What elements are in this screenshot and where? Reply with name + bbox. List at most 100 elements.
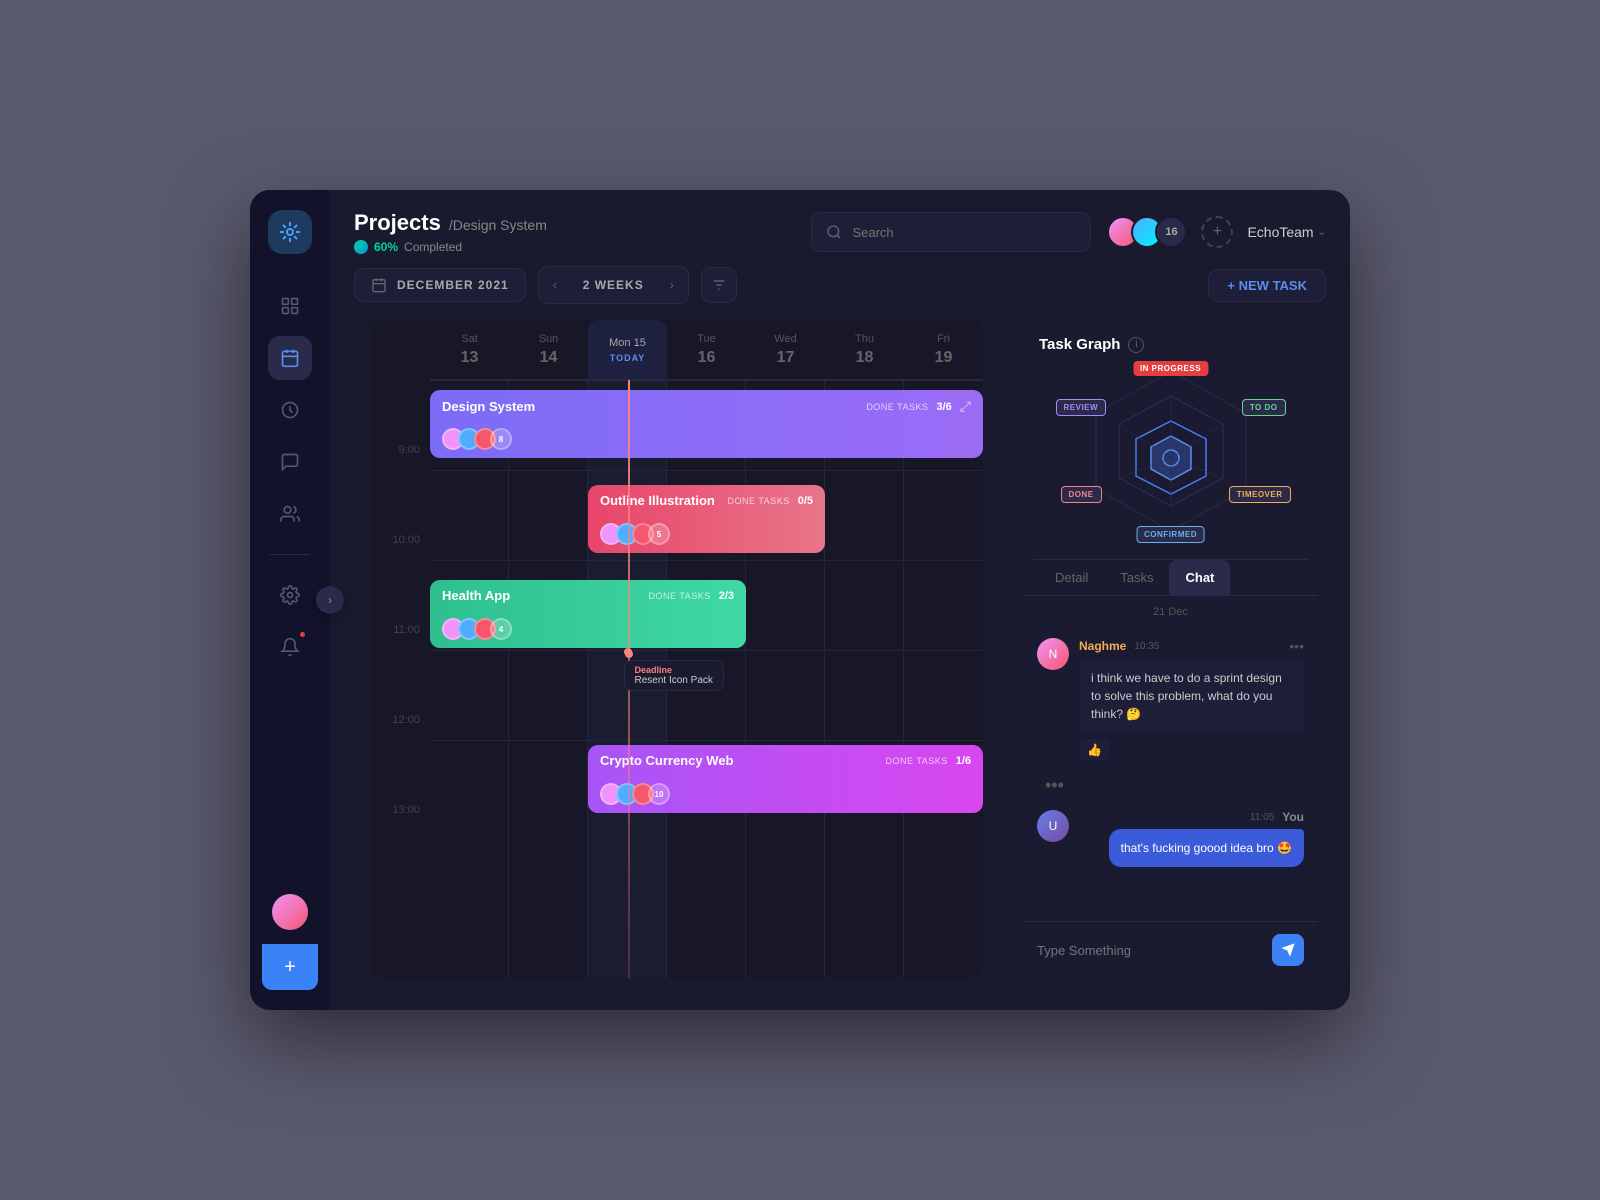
- day-fri: Fri 19: [904, 320, 983, 379]
- project-title: Projects /Design System: [354, 210, 795, 236]
- new-task-button[interactable]: + NEW TASK: [1208, 269, 1326, 302]
- task-health-app[interactable]: Health App DONE TASKS 2/3 4: [430, 580, 746, 648]
- day-sat: Sat 13: [430, 320, 509, 379]
- tab-chat[interactable]: Chat: [1169, 560, 1230, 595]
- label-in-progress: IN PROGRESS: [1133, 361, 1208, 376]
- avatar-self: U: [1037, 810, 1069, 842]
- sidebar-nav: [268, 284, 312, 894]
- user-avatar[interactable]: [272, 894, 308, 930]
- header-left: Projects /Design System 60% Completed: [354, 210, 795, 254]
- time-900: 9:00: [370, 440, 430, 530]
- prev-week-button[interactable]: ‹: [539, 267, 571, 303]
- col-4: [746, 380, 825, 978]
- sidebar-item-team[interactable]: [268, 492, 312, 536]
- time-labels: 9:00 10:00 11:00 12:00 13:00: [370, 320, 430, 978]
- sidebar-logo[interactable]: [268, 210, 312, 254]
- search-input[interactable]: [852, 225, 1076, 240]
- chat-bubble-wrap-naghme: Naghme 10:35 ••• i think we have to do a…: [1079, 638, 1304, 761]
- chat-date: 21 Dec: [1023, 596, 1318, 628]
- send-icon: [1280, 942, 1296, 958]
- project-subtitle: /Design System: [449, 217, 547, 233]
- send-button[interactable]: [1272, 934, 1304, 966]
- sidebar-item-settings[interactable]: [268, 573, 312, 617]
- time-1000: 10:00: [370, 530, 430, 620]
- chat-meta-naghme: Naghme 10:35 •••: [1079, 638, 1304, 654]
- chat-bubble-naghme: i think we have to do a sprint design to…: [1079, 659, 1304, 733]
- search-icon: [826, 224, 842, 240]
- chat-message-naghme: N Naghme 10:35 ••• i think we have to do…: [1037, 638, 1304, 761]
- typing-dots: •••: [1037, 775, 1304, 796]
- toolbar: DECEMBER 2021 ‹ 2 WEEKS › + NEW TASK: [330, 266, 1350, 320]
- time-1300: 13:00: [370, 800, 430, 890]
- calendar-body: Design System DONE TASKS 3/6 ⤢: [430, 380, 983, 978]
- sidebar: ›: [250, 190, 330, 1010]
- deadline-label: Resent Icon Pack: [635, 675, 713, 686]
- date-picker[interactable]: DECEMBER 2021: [354, 268, 526, 302]
- day-mon-today: Mon 15 TODAY: [588, 320, 667, 379]
- sidebar-item-chat[interactable]: [268, 440, 312, 484]
- progress-dot: [354, 240, 368, 254]
- progress-label: Completed: [404, 240, 462, 254]
- sidebar-item-clock[interactable]: [268, 388, 312, 432]
- calendar: 9:00 10:00 11:00 12:00 13:00 Sat 13: [370, 320, 983, 978]
- col-1: [509, 380, 588, 978]
- chat-reaction-naghme[interactable]: 👍: [1079, 739, 1110, 761]
- hex-graph: IN PROGRESS REVIEW TO DO DONE TIMEOVER C…: [1071, 361, 1271, 541]
- task-graph-section: Task Graph i: [1023, 320, 1318, 559]
- time-1200: 12:00: [370, 710, 430, 800]
- task-crypto[interactable]: Crypto Currency Web DONE TASKS 1/6: [588, 745, 983, 813]
- selected-date: DECEMBER 2021: [397, 278, 509, 292]
- app-container: ›: [250, 190, 1350, 1010]
- task-graph-title: Task Graph: [1039, 336, 1120, 353]
- chevron-icon: ⌄: [1318, 227, 1326, 238]
- chat-bubble-self: that's fucking goood idea bro 🤩: [1109, 829, 1304, 867]
- deadline-popup: Deadline Resent Icon Pack: [624, 660, 724, 691]
- tab-detail[interactable]: Detail: [1039, 560, 1104, 595]
- col-6: [904, 380, 983, 978]
- day-headers: Sat 13 Sun 14 Mon 15 TODAY Tue: [430, 320, 983, 380]
- task-outline[interactable]: Outline Illustration DONE TASKS 0/5: [588, 485, 825, 553]
- task-design-system[interactable]: Design System DONE TASKS 3/6 ⤢: [430, 390, 983, 458]
- sidebar-toggle[interactable]: ›: [316, 586, 344, 614]
- tab-tasks[interactable]: Tasks: [1104, 560, 1169, 595]
- filter-button[interactable]: [701, 267, 737, 303]
- info-icon[interactable]: i: [1128, 337, 1144, 353]
- chat-bubble-wrap-self: You 11:05 that's fucking goood idea bro …: [1079, 810, 1304, 867]
- project-name: Projects: [354, 210, 441, 236]
- team-name: EchoTeam ⌄: [1247, 224, 1326, 240]
- day-wed: Wed 17: [746, 320, 825, 379]
- sidebar-divider: [270, 554, 310, 555]
- deadline-marker: Deadline Resent Icon Pack: [624, 648, 724, 691]
- label-timeover: TIMEOVER: [1229, 486, 1291, 503]
- next-week-button[interactable]: ›: [656, 267, 688, 303]
- calendar-grid: Sat 13 Sun 14 Mon 15 TODAY Tue: [430, 320, 983, 978]
- task-graph-header: Task Graph i: [1039, 336, 1302, 361]
- sidebar-item-notifications[interactable]: [268, 625, 312, 669]
- chat-messages: N Naghme 10:35 ••• i think we have to do…: [1023, 628, 1318, 921]
- chat-message-self: You 11:05 that's fucking goood idea bro …: [1037, 810, 1304, 867]
- sidebar-item-calendar[interactable]: [268, 336, 312, 380]
- day-thu: Thu 18: [825, 320, 904, 379]
- deadline-dot: [624, 648, 632, 656]
- col-5: [825, 380, 904, 978]
- right-panel: Task Graph i: [1023, 320, 1318, 978]
- label-done: DONE: [1061, 486, 1102, 503]
- label-confirmed: CONFIRMED: [1136, 526, 1205, 543]
- week-nav: ‹ 2 WEEKS ›: [538, 266, 689, 304]
- time-1100: 11:00: [370, 620, 430, 710]
- avatar-naghme: N: [1037, 638, 1069, 670]
- header: Projects /Design System 60% Completed: [330, 190, 1350, 266]
- project-progress: 60% Completed: [354, 240, 795, 254]
- filter-icon: [711, 277, 727, 293]
- day-tue: Tue 16: [667, 320, 746, 379]
- chat-input-area: [1023, 921, 1318, 978]
- week-label: 2 WEEKS: [571, 278, 656, 292]
- chat-input[interactable]: [1037, 943, 1262, 958]
- add-button[interactable]: +: [262, 944, 318, 990]
- chat-sender-naghme: Naghme: [1079, 639, 1126, 653]
- chat-sender-self: You: [1282, 810, 1304, 824]
- search-bar[interactable]: [811, 212, 1091, 252]
- add-member-button[interactable]: +: [1201, 216, 1233, 248]
- sidebar-item-grid[interactable]: [268, 284, 312, 328]
- chat-more-naghme[interactable]: •••: [1289, 638, 1304, 654]
